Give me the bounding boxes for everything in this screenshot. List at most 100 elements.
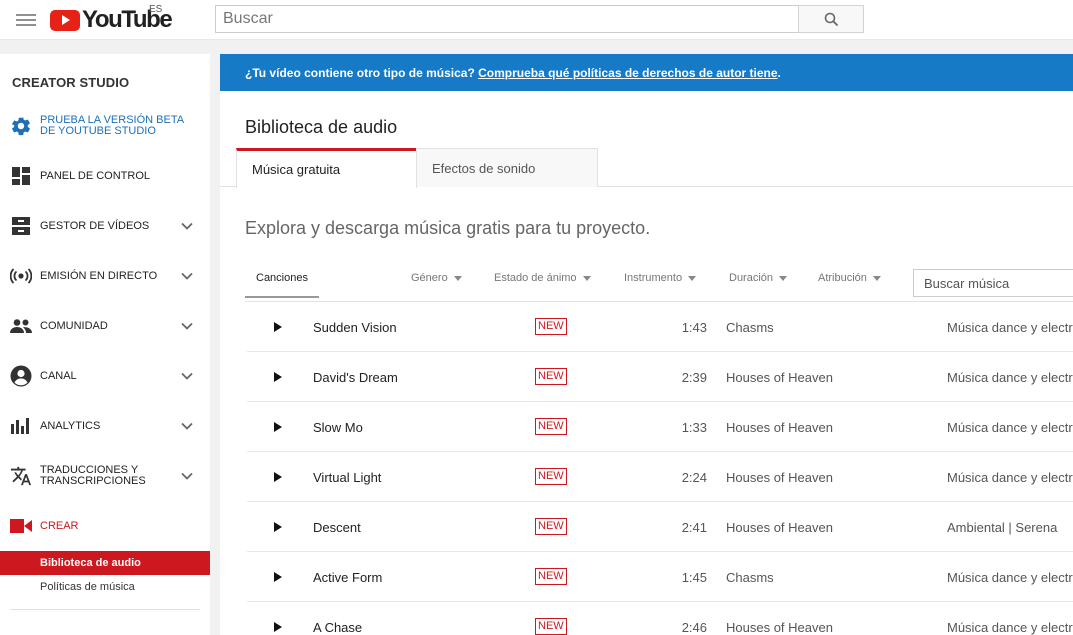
track-duration: 2:46 xyxy=(681,620,707,635)
play-icon[interactable] xyxy=(274,572,282,582)
track-artist[interactable]: Houses of Heaven xyxy=(726,620,833,635)
filter-genre[interactable]: Género xyxy=(411,272,462,284)
sidebar-item-analytics[interactable]: ANALYTICS xyxy=(0,408,210,444)
track-duration: 2:24 xyxy=(681,470,707,485)
new-badge: NEW xyxy=(535,518,567,535)
music-search-input[interactable]: Buscar música xyxy=(913,269,1073,297)
sidebar-divider xyxy=(10,609,200,610)
track-artist[interactable]: Houses of Heaven xyxy=(726,520,833,535)
track-artist[interactable]: Houses of Heaven xyxy=(726,420,833,435)
sidebar: CREATOR STUDIO PRUEBA LA VERSIÓN BETA DE … xyxy=(0,54,210,635)
sidebar-subitem-music-policies[interactable]: Políticas de música xyxy=(0,575,210,599)
play-icon[interactable] xyxy=(274,322,282,332)
sidebar-item-beta[interactable]: PRUEBA LA VERSIÓN BETA DE YOUTUBE STUDIO xyxy=(0,108,210,144)
chevron-down-icon[interactable] xyxy=(181,470,193,482)
search-input[interactable]: Buscar xyxy=(215,5,799,33)
menu-icon[interactable] xyxy=(14,11,38,29)
sidebar-subitem-audio-library[interactable]: Biblioteca de audio xyxy=(0,551,210,575)
sidebar-item-translations[interactable]: TRADUCCIONES Y TRANSCRIPCIONES xyxy=(0,458,210,494)
tab-free-music[interactable]: Música gratuita xyxy=(236,148,417,188)
track-genre: Música dance y electrónica xyxy=(947,470,1073,485)
filter-bar: Canciones Género Estado de ánimo Instrum… xyxy=(245,264,1073,300)
chevron-down-icon[interactable] xyxy=(181,420,193,432)
sidebar-item-video-manager[interactable]: GESTOR DE VÍDEOS xyxy=(0,208,210,244)
sidebar-item-label: CREAR xyxy=(40,519,79,532)
table-row[interactable]: Slow Mo NEW 1:33 Houses of Heaven Música… xyxy=(247,402,1073,452)
live-broadcast-icon xyxy=(10,265,32,287)
youtube-play-icon xyxy=(50,9,80,31)
sidebar-item-channel[interactable]: CANAL xyxy=(0,358,210,394)
track-genre: Música dance y electrónica xyxy=(947,320,1073,335)
track-artist[interactable]: Houses of Heaven xyxy=(726,370,833,385)
track-title: A Chase xyxy=(313,620,363,635)
table-row[interactable]: A Chase NEW 2:46 Houses of Heaven Música… xyxy=(247,602,1073,635)
banner-link[interactable]: Comprueba qué políticas de derechos de a… xyxy=(478,66,777,80)
video-camera-icon xyxy=(10,515,32,537)
sidebar-item-label: EMISIÓN EN DIRECTO xyxy=(40,269,158,282)
play-icon[interactable] xyxy=(274,472,282,482)
main-content: ¿Tu vídeo contiene otro tipo de música? … xyxy=(220,54,1073,635)
tabs: Música gratuita Efectos de sonido xyxy=(220,148,1073,188)
track-artist[interactable]: Chasms xyxy=(726,320,774,335)
table-row[interactable]: Sudden Vision NEW 1:43 Chasms Música dan… xyxy=(247,302,1073,352)
chevron-down-icon[interactable] xyxy=(181,270,193,282)
track-title: Active Form xyxy=(313,570,383,585)
sidebar-item-dashboard[interactable]: PANEL DE CONTROL xyxy=(0,158,210,194)
chevron-down-icon[interactable] xyxy=(181,370,193,382)
gear-icon xyxy=(10,115,32,137)
table-row[interactable]: David's Dream NEW 2:39 Houses of Heaven … xyxy=(247,352,1073,402)
sidebar-item-beta-label: PRUEBA LA VERSIÓN BETA DE YOUTUBE STUDIO xyxy=(40,114,185,137)
filter-attribution[interactable]: Atribución xyxy=(818,272,881,284)
region-label: ES xyxy=(149,4,163,15)
banner-text: ¿Tu vídeo contiene otro tipo de música? xyxy=(245,66,479,80)
dashboard-icon xyxy=(10,165,32,187)
sidebar-item-label: COMUNIDAD xyxy=(40,319,108,332)
track-duration: 1:45 xyxy=(681,570,707,585)
track-artist[interactable]: Chasms xyxy=(726,570,774,585)
track-title: Sudden Vision xyxy=(313,320,397,335)
play-icon[interactable] xyxy=(274,372,282,382)
sidebar-item-label: CANAL xyxy=(40,369,77,382)
track-artist[interactable]: Houses of Heaven xyxy=(726,470,833,485)
new-badge: NEW xyxy=(535,618,567,635)
tab-sound-effects[interactable]: Efectos de sonido xyxy=(416,148,598,187)
sidebar-item-label: TRADUCCIONES Y TRANSCRIPCIONES xyxy=(40,464,146,487)
track-genre: Música dance y electrónica xyxy=(947,570,1073,585)
filter-instrument[interactable]: Instrumento xyxy=(624,272,697,284)
track-genre: Música dance y electrónica xyxy=(947,620,1073,635)
sidebar-item-live[interactable]: EMISIÓN EN DIRECTO xyxy=(0,258,210,294)
track-title: Descent xyxy=(313,520,361,535)
info-banner: ¿Tu vídeo contiene otro tipo de música? … xyxy=(220,54,1073,91)
track-list: Sudden Vision NEW 1:43 Chasms Música dan… xyxy=(247,302,1073,635)
track-duration: 2:39 xyxy=(681,370,707,385)
caret-down-icon xyxy=(582,275,591,281)
play-icon[interactable] xyxy=(274,622,282,632)
songs-tab-underline xyxy=(245,296,319,298)
video-manager-icon xyxy=(10,215,32,237)
sidebar-item-community[interactable]: COMUNIDAD xyxy=(0,308,210,344)
caret-down-icon xyxy=(688,275,697,281)
play-icon[interactable] xyxy=(274,422,282,432)
table-row[interactable]: Virtual Light NEW 2:24 Houses of Heaven … xyxy=(247,452,1073,502)
search-icon xyxy=(824,12,838,26)
page-subtitle: Explora y descarga música gratis para tu… xyxy=(245,218,651,238)
track-genre: Música dance y electrónica xyxy=(947,370,1073,385)
caret-down-icon xyxy=(453,275,462,281)
track-duration: 1:33 xyxy=(681,420,707,435)
filter-duration[interactable]: Duración xyxy=(729,272,788,284)
sidebar-item-label: PANEL DE CONTROL xyxy=(40,169,151,182)
account-circle-icon xyxy=(10,365,32,387)
filter-mood[interactable]: Estado de ánimo xyxy=(494,272,591,284)
new-badge: NEW xyxy=(535,318,567,335)
table-row[interactable]: Active Form NEW 1:45 Chasms Música dance… xyxy=(247,552,1073,602)
track-duration: 2:41 xyxy=(681,520,707,535)
play-icon[interactable] xyxy=(274,522,282,532)
chevron-down-icon[interactable] xyxy=(181,320,193,332)
chevron-down-icon[interactable] xyxy=(181,220,193,232)
table-row[interactable]: Descent NEW 2:41 Houses of Heaven Ambien… xyxy=(247,502,1073,552)
track-title: David's Dream xyxy=(313,370,398,385)
sidebar-item-create[interactable]: CREAR xyxy=(0,508,210,544)
search-button[interactable] xyxy=(798,5,864,33)
track-genre: Ambiental | Serena xyxy=(947,520,1058,535)
songs-tab[interactable]: Canciones xyxy=(256,272,308,284)
